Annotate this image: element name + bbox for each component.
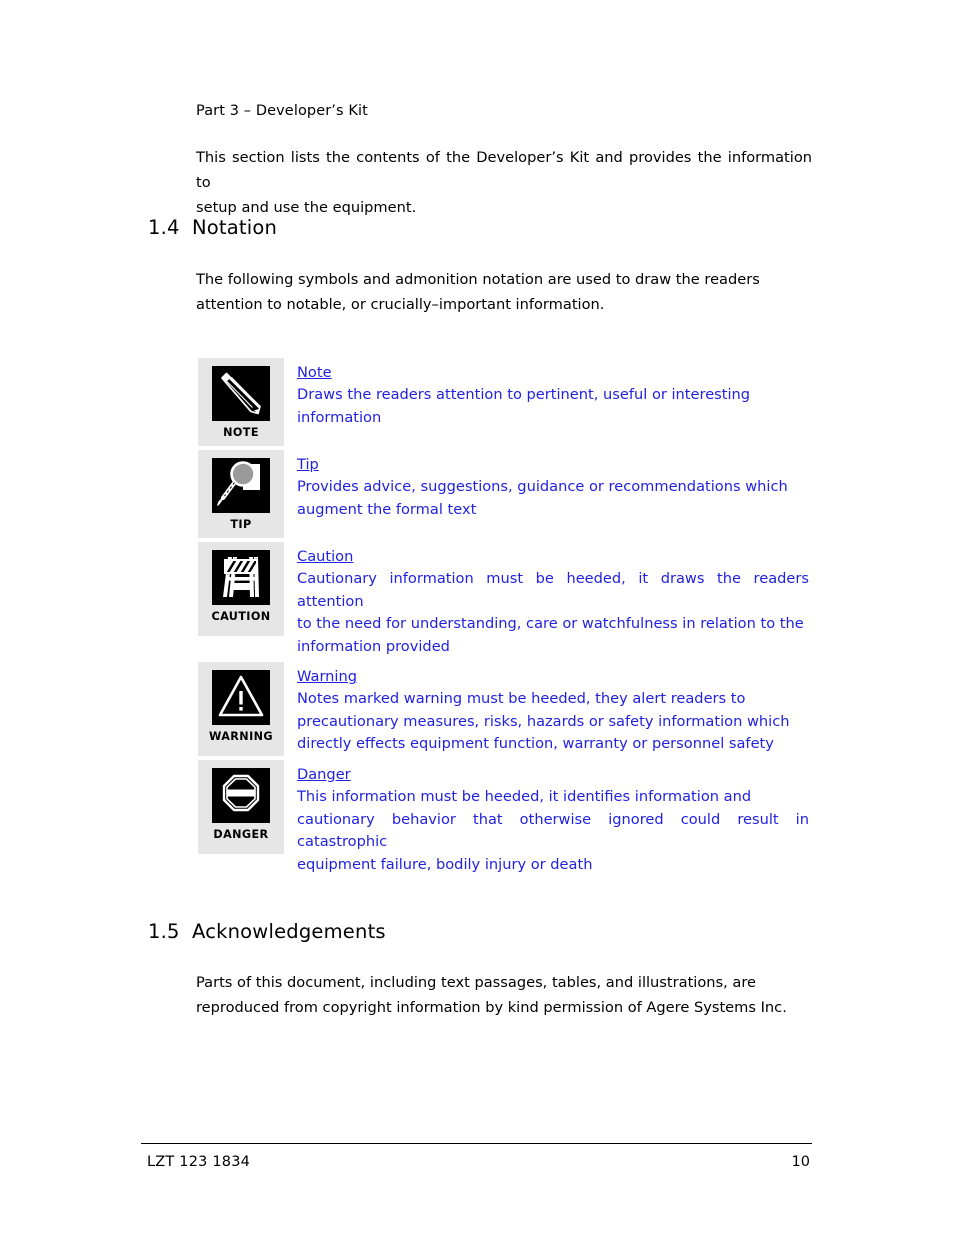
pencil-icon <box>212 366 270 421</box>
notation-body-line-2: information <box>297 408 382 426</box>
acknowledgements-line-2: reproduced from copyright information by… <box>196 999 787 1016</box>
notation-body-line-3: equipment failure, bodily injury or deat… <box>297 855 593 873</box>
notation-row-note: NOTE Note Draws the readers attention to… <box>198 358 813 446</box>
section-heading-acknowledgements: 1.5 Acknowledgements <box>148 920 386 943</box>
section-number: 1.5 <box>148 920 180 943</box>
notation-title-note: Note <box>297 364 332 381</box>
notation-body-warning: Notes marked warning must be heeded, the… <box>297 688 809 756</box>
icon-label-danger: DANGER <box>213 828 269 841</box>
notation-body-line-3: directly effects equipment function, war… <box>297 735 774 752</box>
icon-cell-caution: CAUTION <box>198 542 284 636</box>
warning-triangle-icon <box>212 670 270 725</box>
notation-body-caution: Cautionary information must be heeded, i… <box>297 568 809 658</box>
icon-label-tip: TIP <box>230 518 252 531</box>
part-heading: Part 3 – Developer’s Kit <box>196 103 368 119</box>
icon-cell-note: NOTE <box>198 358 284 446</box>
notation-intro-paragraph: The following symbols and admonition not… <box>196 267 812 317</box>
icon-cell-danger: DANGER <box>198 760 284 854</box>
document-page: Part 3 – Developer’s Kit This section li… <box>0 0 954 1235</box>
notation-title-danger: Danger <box>297 766 351 783</box>
section-number: 1.4 <box>148 216 180 239</box>
barricade-icon <box>212 550 270 605</box>
notation-row-danger: DANGER Danger This information must be h… <box>198 760 813 876</box>
text-cell-tip: Tip Provides advice, suggestions, guidan… <box>284 450 813 521</box>
icon-cell-warning: WARNING <box>198 662 284 756</box>
notation-body-line-3: information provided <box>297 637 450 655</box>
notation-body-line-2: to the need for understanding, care or w… <box>297 615 804 632</box>
notation-body-line-2: precautionary measures, risks, hazards o… <box>297 712 790 730</box>
page-number: 10 <box>791 1154 810 1170</box>
intro-line-1: This section lists the contents of the D… <box>196 149 812 191</box>
notation-body-line-2: augment the formal text <box>297 500 477 518</box>
acknowledgements-line-1: Parts of this document, including text p… <box>196 974 757 991</box>
acknowledgements-paragraph: Parts of this document, including text p… <box>196 970 812 1020</box>
notation-paragraph-line-2: attention to notable, or crucially–impor… <box>196 296 605 313</box>
section-title: Notation <box>192 216 278 239</box>
notation-table: NOTE Note Draws the readers attention to… <box>198 358 813 880</box>
notation-body-line-1: Draws the readers attention to pertinent… <box>297 386 751 403</box>
icon-label-note: NOTE <box>223 426 259 439</box>
notation-body-tip: Provides advice, suggestions, guidance o… <box>297 476 809 521</box>
notation-row-tip: TIP Tip Provides advice, suggestions, gu… <box>198 450 813 538</box>
text-cell-note: Note Draws the readers attention to pert… <box>284 358 813 429</box>
icon-label-caution: CAUTION <box>211 610 271 623</box>
notation-body-line-1: This information must be heeded, it iden… <box>297 788 752 805</box>
notation-title-tip: Tip <box>297 456 319 473</box>
notation-body-line-1: Notes marked warning must be heeded, the… <box>297 690 746 707</box>
footer-divider <box>141 1143 812 1144</box>
notation-paragraph-line-1: The following symbols and admonition not… <box>196 271 760 288</box>
text-cell-caution: Caution Cautionary information must be h… <box>284 542 813 658</box>
notation-body-line-1: Cautionary information must be heeded, i… <box>297 570 809 610</box>
icon-cell-tip: TIP <box>198 450 284 538</box>
notation-body-note: Draws the readers attention to pertinent… <box>297 384 809 429</box>
magnifier-icon <box>212 458 270 513</box>
intro-line-2: setup and use the equipment. <box>196 199 417 216</box>
notation-row-caution: CAUTION Caution Cautionary information m… <box>198 542 813 658</box>
section-heading-notation: 1.4 Notation <box>148 216 277 239</box>
octagon-stop-icon <box>212 768 270 823</box>
notation-title-caution: Caution <box>297 548 354 565</box>
notation-body-danger: This information must be heeded, it iden… <box>297 786 809 876</box>
icon-label-warning: WARNING <box>209 730 273 743</box>
notation-title-warning: Warning <box>297 668 357 685</box>
notation-body-line-2: cautionary behavior that otherwise ignor… <box>297 810 809 851</box>
section-title: Acknowledgements <box>192 920 386 943</box>
footer-document-number: LZT 123 1834 <box>147 1154 251 1170</box>
notation-row-warning: WARNING Warning Notes marked warning mus… <box>198 662 813 756</box>
intro-paragraph: This section lists the contents of the D… <box>196 145 812 220</box>
text-cell-warning: Warning Notes marked warning must be hee… <box>284 662 813 756</box>
text-cell-danger: Danger This information must be heeded, … <box>284 760 813 876</box>
notation-body-line-1: Provides advice, suggestions, guidance o… <box>297 478 788 495</box>
